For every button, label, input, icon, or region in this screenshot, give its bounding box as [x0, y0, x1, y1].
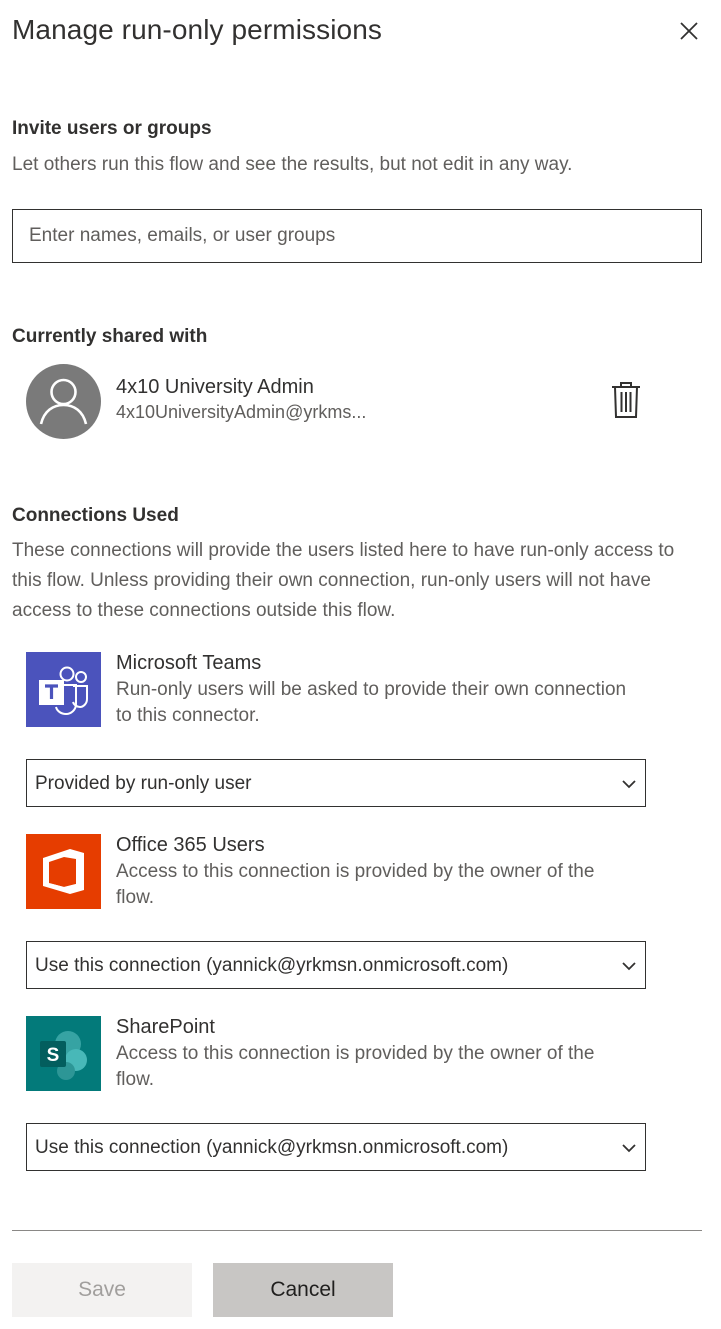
cancel-button[interactable]: Cancel: [213, 1263, 393, 1317]
chevron-down-icon: [621, 1140, 637, 1156]
person-icon: [39, 378, 88, 425]
connection-name-office365: Office 365 Users: [116, 834, 265, 856]
chevron-down-icon: [621, 776, 637, 792]
trash-icon: [612, 382, 640, 418]
panel-title: Manage run-only permissions: [12, 14, 382, 45]
sharepoint-icon: S: [26, 1016, 101, 1091]
microsoft-teams-icon: [26, 652, 101, 727]
shared-section-title: Currently shared with: [12, 326, 208, 347]
connection-select-office365[interactable]: Use this connection (yannick@yrkmsn.onmi…: [26, 941, 646, 989]
connection-desc-teams-line-2: to this connector.: [116, 705, 260, 726]
close-button[interactable]: [674, 16, 704, 46]
remove-user-button[interactable]: [609, 380, 643, 420]
invite-section-title: Invite users or groups: [12, 118, 212, 139]
connection-desc-teams-line-1: Run-only users will be asked to provide …: [116, 679, 627, 700]
connections-description-line-1: These connections will provide the users…: [12, 540, 675, 561]
office-365-icon: [26, 834, 101, 909]
shared-user-name: 4x10 University Admin: [116, 376, 314, 398]
close-icon: [680, 22, 698, 40]
connection-select-teams[interactable]: Provided by run-only user: [26, 759, 646, 807]
connections-section-title: Connections Used: [12, 505, 179, 526]
connection-desc-sharepoint-line-2: flow.: [116, 1069, 155, 1090]
invite-description: Let others run this flow and see the res…: [12, 154, 573, 175]
connection-name-teams: Microsoft Teams: [116, 652, 262, 674]
connection-select-value: Use this connection (yannick@yrkmsn.onmi…: [35, 955, 509, 976]
connection-select-sharepoint[interactable]: Use this connection (yannick@yrkmsn.onmi…: [26, 1123, 646, 1171]
invite-search-input[interactable]: [12, 209, 702, 263]
avatar: [26, 364, 101, 439]
connection-name-sharepoint: SharePoint: [116, 1016, 215, 1038]
save-button[interactable]: Save: [12, 1263, 192, 1317]
connection-desc-office365-line-2: flow.: [116, 887, 155, 908]
connection-select-value: Use this connection (yannick@yrkmsn.onmi…: [35, 1137, 509, 1158]
connections-description-line-3: access to these connections outside this…: [12, 600, 396, 621]
svg-text:S: S: [47, 1045, 60, 1066]
connection-desc-sharepoint-line-1: Access to this connection is provided by…: [116, 1043, 595, 1064]
connection-select-value: Provided by run-only user: [35, 773, 252, 794]
connections-description-line-2: this flow. Unless providing their own co…: [12, 570, 651, 591]
footer-divider: [12, 1230, 702, 1231]
shared-user-email: 4x10UniversityAdmin@yrkms...: [116, 402, 367, 422]
chevron-down-icon: [621, 958, 637, 974]
connection-desc-office365-line-1: Access to this connection is provided by…: [116, 861, 595, 882]
